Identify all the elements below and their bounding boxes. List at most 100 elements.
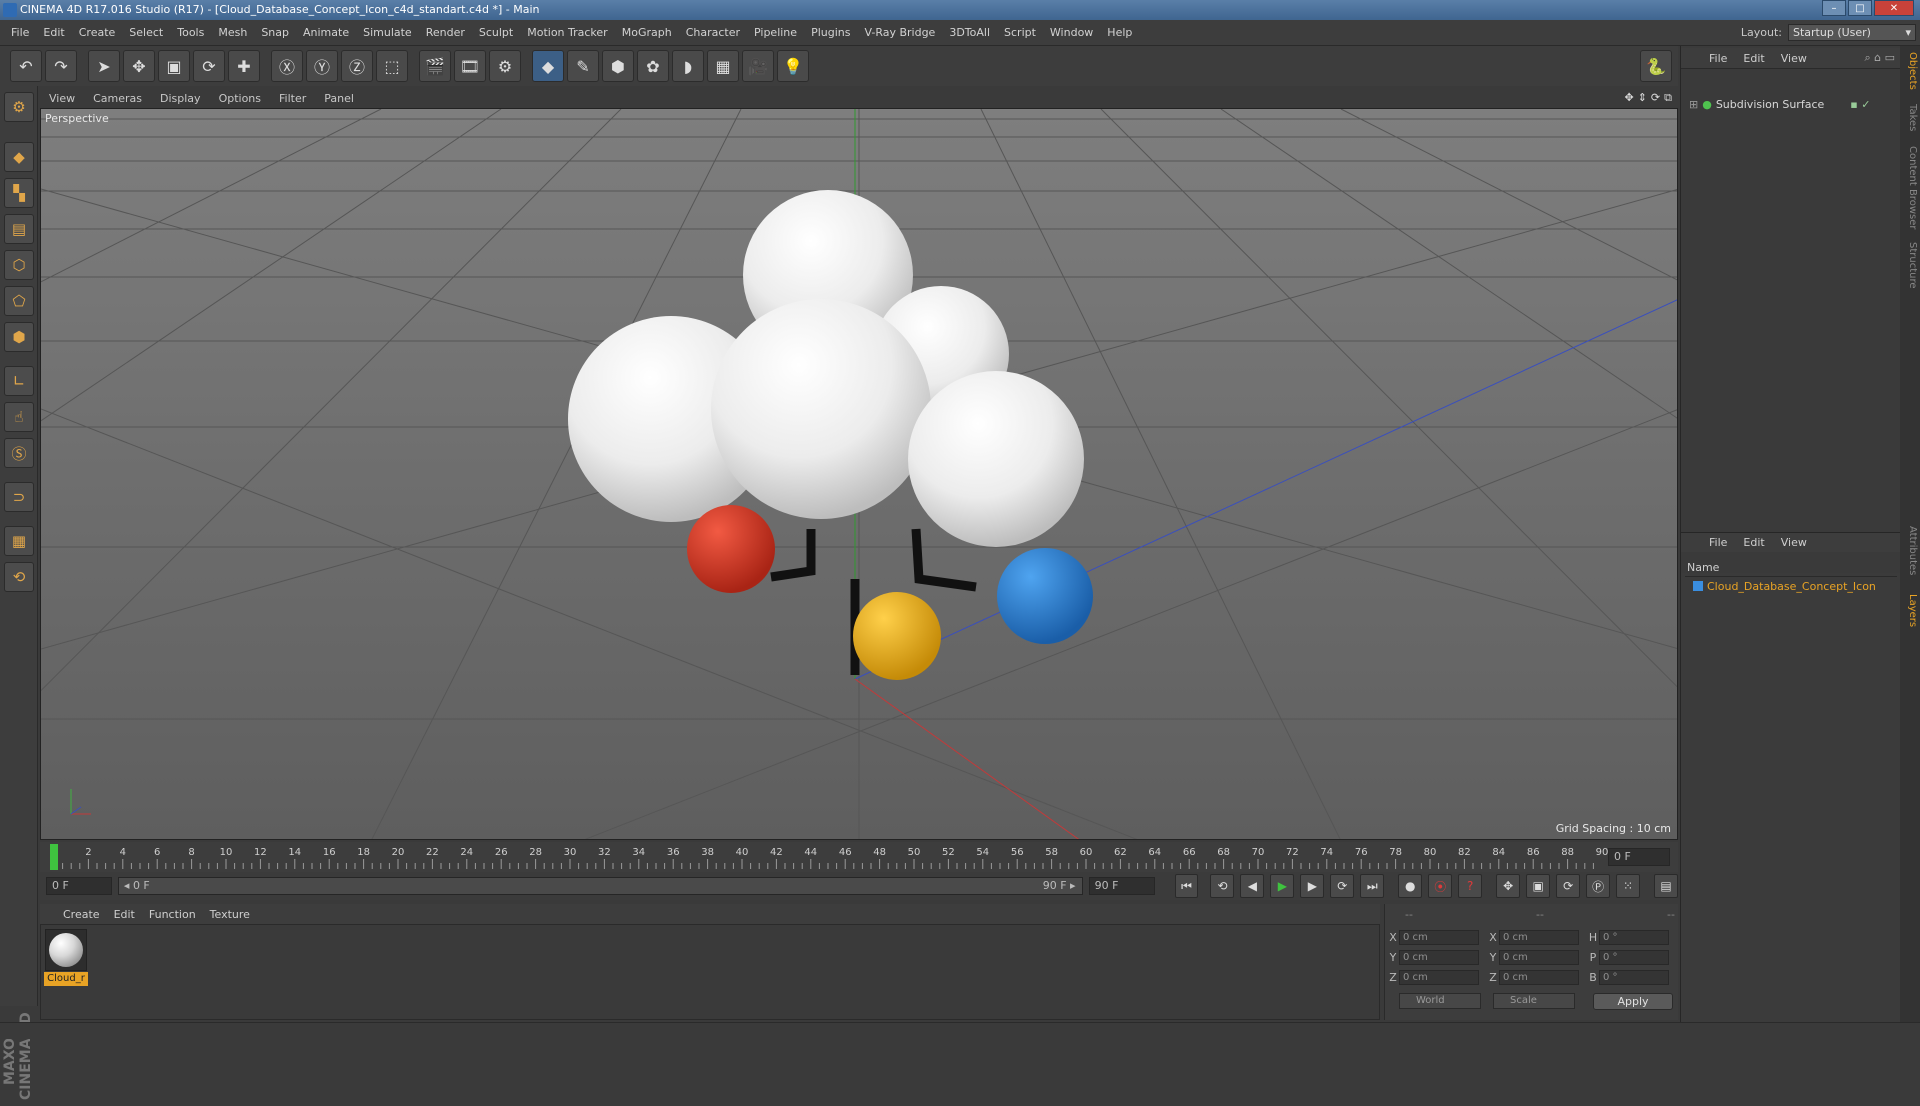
menu-3dtoall[interactable]: 3DToAll [942,26,997,39]
cube-icon[interactable]: ◆ [532,50,564,82]
solo-icon[interactable]: Ⓢ [4,438,34,468]
current-frame-field[interactable]: 0 F [1608,848,1670,866]
material-thumbnail[interactable] [45,929,87,971]
search-icon[interactable]: ⌕ ⌂ ▭ [1864,51,1901,65]
points-mode-icon[interactable]: ⬡ [4,250,34,280]
layer-name[interactable]: Cloud_Database_Concept_Icon [1707,580,1876,593]
timeline-ruler[interactable]: 0246810121416182022242628303234363840424… [40,842,1678,872]
object-list[interactable]: ⊞ ● Subdivision Surface ▪ ✓ [1681,68,1901,573]
playhead[interactable] [50,844,58,870]
next-frame-icon[interactable]: ▶ [1300,874,1325,898]
render-picture-viewer-icon[interactable]: 🎞 [454,50,486,82]
workplane-lock-icon[interactable]: ▦ [4,526,34,556]
range-slider[interactable]: ◂ 0 F 90 F ▸ [117,877,1083,895]
record-icon[interactable]: ● [1398,874,1423,898]
x-axis-icon[interactable]: Ⓧ [271,50,303,82]
menu-simulate[interactable]: Simulate [356,26,419,39]
menu-file[interactable]: File [4,26,36,39]
render-view-icon[interactable]: 🎬 [419,50,451,82]
tab-content-browser[interactable]: Content Browser [1902,146,1918,229]
layer-row[interactable]: Cloud_Database_Concept_Icon [1693,578,1898,594]
array-icon[interactable]: ✿ [637,50,669,82]
material-menu-edit[interactable]: Edit [107,908,142,921]
tab-objects[interactable]: Objects [1902,52,1918,90]
menu-pipeline[interactable]: Pipeline [747,26,804,39]
start-frame-field[interactable]: 0 F [46,877,112,895]
position-y-field[interactable]: 0 cm [1399,949,1479,965]
menu-window[interactable]: Window [1043,26,1100,39]
model-mode-icon[interactable]: ◆ [4,142,34,172]
workplane-icon[interactable]: ▤ [4,214,34,244]
floor-icon[interactable]: ▦ [707,50,739,82]
zoom-icon[interactable]: ⇕ [1638,91,1647,105]
layers-menu-edit[interactable]: Edit [1735,536,1772,549]
viewport-menu-cameras[interactable]: Cameras [84,92,151,105]
timeline-window-icon[interactable]: ▤ [1654,874,1678,898]
menu-animate[interactable]: Animate [296,26,356,39]
python-icon[interactable]: 🐍 [1640,50,1672,82]
pen-spline-icon[interactable]: ✎ [567,50,599,82]
edges-mode-icon[interactable]: ⬠ [4,286,34,316]
material-name-label[interactable]: Cloud_r [44,972,88,986]
keyframe-selection-icon[interactable]: ? [1458,874,1483,898]
subdivision-icon[interactable]: ⬢ [602,50,634,82]
maximize-button[interactable]: □ [1848,0,1872,16]
go-to-start-icon[interactable]: ⏮ [1174,874,1199,898]
menu-edit[interactable]: Edit [36,26,71,39]
close-button[interactable]: ✕ [1874,0,1914,16]
viewport-menu-display[interactable]: Display [151,92,210,105]
axis-mode-icon[interactable]: ∟ [4,366,34,396]
layers-menu-view[interactable]: View [1773,536,1815,549]
select-arrow-icon[interactable]: ➤ [88,50,120,82]
material-menu-texture[interactable]: Texture [203,908,257,921]
tweak-icon[interactable]: ☝ [4,402,34,432]
tab-takes[interactable]: Takes [1902,104,1918,131]
deformer-icon[interactable]: ◗ [672,50,704,82]
pan-icon[interactable]: ✥ [1624,91,1633,105]
make-editable-icon[interactable]: ⚙ [4,92,34,122]
y-axis-icon[interactable]: Ⓨ [306,50,338,82]
menu-mograph[interactable]: MoGraph [615,26,679,39]
polygons-mode-icon[interactable]: ⬢ [4,322,34,352]
render-settings-icon[interactable]: ⚙ [489,50,521,82]
menu-vray-bridge[interactable]: V-Ray Bridge [857,26,942,39]
menu-script[interactable]: Script [997,26,1043,39]
object-name[interactable]: Subdivision Surface [1716,98,1824,111]
menu-character[interactable]: Character [679,26,747,39]
viewport-menu-panel[interactable]: Panel [315,92,363,105]
light-icon[interactable]: 💡 [777,50,809,82]
expand-icon[interactable]: ⊞ [1689,98,1698,111]
menu-select[interactable]: Select [122,26,170,39]
position-x-field[interactable]: 0 cm [1399,929,1479,945]
objects-menu-view[interactable]: View [1773,52,1815,65]
end-frame-field[interactable]: 90 F [1088,877,1155,895]
z-axis-icon[interactable]: Ⓩ [341,50,373,82]
material-menu-function[interactable]: Function [142,908,203,921]
previous-frame-icon[interactable]: ◀ [1240,874,1265,898]
transform-icon[interactable]: ✚ [228,50,260,82]
position-z-field[interactable]: 0 cm [1399,969,1479,985]
menu-plugins[interactable]: Plugins [804,26,857,39]
menu-render[interactable]: Render [419,26,472,39]
viewport-menu-filter[interactable]: Filter [270,92,315,105]
objects-menu-edit[interactable]: Edit [1735,52,1772,65]
menu-help[interactable]: Help [1100,26,1139,39]
maximize-view-icon[interactable]: ⧉ [1664,91,1672,105]
viewport-menu-options[interactable]: Options [210,92,270,105]
menu-snap[interactable]: Snap [254,26,296,39]
coordinate-system-icon[interactable]: ⬚ [376,50,408,82]
move-icon[interactable]: ✥ [123,50,155,82]
apply-button[interactable]: Apply [1593,993,1673,1010]
rotation-b-field[interactable]: 0 ° [1599,969,1669,985]
object-visibility-icon[interactable]: ▪ ✓ [1850,98,1870,111]
size-z-field[interactable]: 0 cm [1499,969,1579,985]
key-parameter-icon[interactable]: Ⓟ [1586,874,1611,898]
key-scale-icon[interactable]: ▣ [1526,874,1551,898]
size-mode-select[interactable]: Scale [1493,993,1575,1009]
layout-select[interactable]: Startup (User) [1788,24,1916,41]
viewport-menu-view[interactable]: View [40,92,84,105]
menu-motion-tracker[interactable]: Motion Tracker [520,26,614,39]
texture-mode-icon[interactable]: ▚ [4,178,34,208]
size-x-field[interactable]: 0 cm [1499,929,1579,945]
menu-sculpt[interactable]: Sculpt [472,26,520,39]
